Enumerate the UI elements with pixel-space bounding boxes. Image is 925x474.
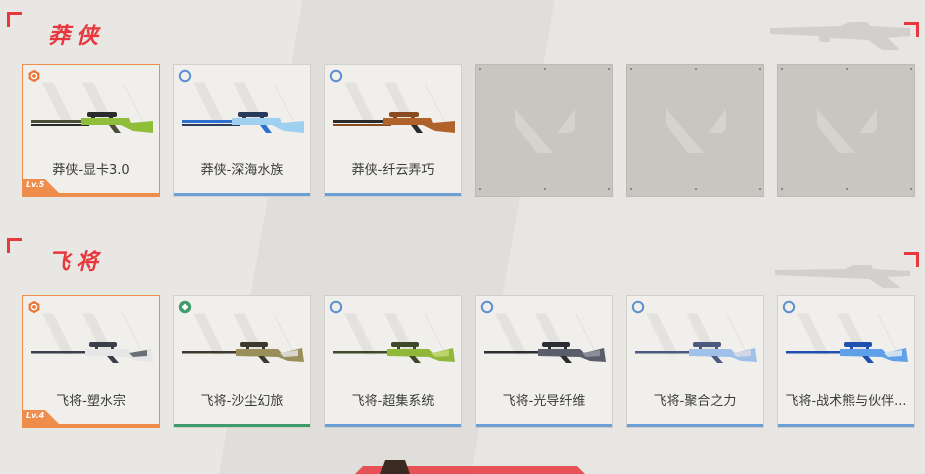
premium-hex-icon	[28, 69, 40, 83]
skin-name: 飞将-沙尘幻旅	[200, 394, 284, 409]
rarity-bar	[174, 424, 310, 427]
level-text: Lv.4	[26, 411, 45, 420]
level-label: Lv.4	[23, 410, 59, 424]
skin-card[interactable]: 莽侠-显卡3.0 Lv.5	[22, 64, 160, 197]
premium-hex-icon	[28, 300, 40, 314]
ring-icon	[329, 69, 343, 83]
skin-name: 莽侠-显卡3.0	[52, 163, 130, 178]
corner-dot	[910, 188, 912, 190]
corner-dot	[759, 68, 761, 70]
ring-icon	[329, 300, 343, 314]
rifle-skin-icon	[31, 112, 153, 133]
corner-bracket	[7, 238, 22, 253]
ring-icon	[178, 69, 192, 83]
skin-name: 莽侠-深海水族	[200, 163, 284, 178]
corner-bracket	[7, 12, 22, 27]
rifle-skin-icon	[333, 342, 455, 363]
skin-name: 莽侠-纤云弄巧	[351, 163, 435, 178]
skin-card[interactable]: 飞将-光导纤维	[475, 295, 613, 428]
corner-dot	[781, 188, 783, 190]
corner-bracket	[904, 252, 919, 267]
corner-dot	[846, 68, 848, 70]
rarity-bar	[23, 424, 159, 427]
section-title: 莽侠	[48, 24, 105, 49]
rarity-bar	[23, 193, 159, 196]
skin-name: 飞将-光导纤维	[502, 394, 586, 409]
empty-skin-slot	[475, 64, 613, 197]
corner-dot	[479, 68, 481, 70]
corner-dot	[695, 188, 697, 190]
corner-dot	[608, 188, 610, 190]
skin-name: 飞将-塑水宗	[56, 394, 126, 409]
skin-name: 飞将-战术熊与伙伴...	[785, 394, 907, 409]
corner-dot	[910, 68, 912, 70]
corner-dot	[695, 68, 697, 70]
rarity-bar	[627, 424, 763, 427]
skin-card[interactable]: 莽侠-深海水族	[173, 64, 311, 197]
rarity-bar	[174, 193, 310, 196]
corner-dot	[479, 188, 481, 190]
empty-skin-slot	[777, 64, 915, 197]
skin-card[interactable]: 莽侠-纤云弄巧	[324, 64, 462, 197]
skin-card[interactable]: 飞将-超集系统	[324, 295, 462, 428]
bottom-banner-edge	[355, 460, 585, 474]
rarity-bar	[476, 424, 612, 427]
rarity-bar	[325, 424, 461, 427]
skin-name: 飞将-聚合之力	[653, 394, 737, 409]
section-title: 飞将	[48, 250, 105, 275]
rifle-skin-icon	[786, 342, 908, 363]
rifle-skin-icon	[182, 342, 304, 363]
corner-dot	[781, 68, 783, 70]
skin-card[interactable]: 飞将-塑水宗 Lv.4	[22, 295, 160, 428]
corner-dot	[608, 68, 610, 70]
diamond-icon	[178, 300, 192, 314]
corner-bracket	[904, 22, 919, 37]
valorant-logo-icon	[515, 109, 575, 153]
ring-icon	[631, 300, 645, 314]
rifle-skin-icon	[182, 112, 304, 133]
rifle-skin-icon	[333, 112, 455, 133]
ring-icon	[782, 300, 796, 314]
corner-dot	[630, 68, 632, 70]
skin-card[interactable]: 飞将-聚合之力	[626, 295, 764, 428]
level-text: Lv.5	[26, 180, 45, 189]
corner-dot	[544, 188, 546, 190]
rarity-bar	[778, 424, 914, 427]
rifle-skin-icon	[635, 342, 757, 363]
rifle-skin-icon	[31, 342, 153, 363]
corner-dot	[846, 188, 848, 190]
rarity-bar	[325, 193, 461, 196]
corner-dot	[630, 188, 632, 190]
ring-icon	[480, 300, 494, 314]
skin-name: 飞将-超集系统	[351, 394, 435, 409]
skin-card[interactable]: 飞将-沙尘幻旅	[173, 295, 311, 428]
corner-dot	[759, 188, 761, 190]
rifle-skin-icon	[484, 342, 606, 363]
valorant-logo-icon	[666, 109, 726, 153]
level-label: Lv.5	[23, 179, 59, 193]
valorant-logo-icon	[817, 109, 877, 153]
ghost-rifle-icon	[770, 22, 910, 50]
empty-skin-slot	[626, 64, 764, 197]
corner-dot	[544, 68, 546, 70]
skin-card[interactable]: 飞将-战术熊与伙伴...	[777, 295, 915, 428]
ghost-rifle-icon	[775, 265, 910, 288]
